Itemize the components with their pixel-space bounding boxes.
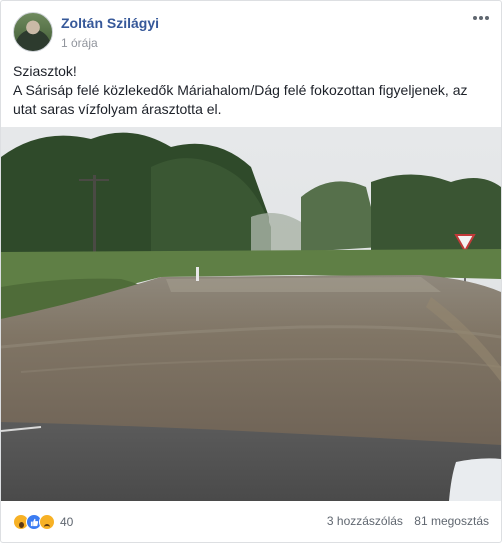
post-header: Zoltán Szilágyi 1 órája	[13, 12, 489, 52]
reactions-summary[interactable]: 40	[13, 513, 73, 531]
post-text-line: Sziasztok!	[13, 63, 77, 79]
sad-reaction-icon	[39, 514, 55, 530]
author-name[interactable]: Zoltán Szilágyi	[61, 15, 159, 31]
post-text: Sziasztok! A Sárisáp felé közlekedők Már…	[13, 62, 487, 119]
post-timestamp[interactable]: 1 órája	[61, 36, 98, 50]
post-photo[interactable]	[1, 127, 501, 501]
post-stats: 3 hozzászólás 81 megosztás	[327, 514, 489, 528]
post-card: Zoltán Szilágyi 1 órája Sziasztok! A Sár…	[0, 0, 502, 543]
post-text-line: A Sárisáp felé közlekedők Máriahalom/Dág…	[13, 82, 468, 117]
comment-count[interactable]: 3 hozzászólás	[327, 514, 403, 528]
avatar[interactable]	[13, 12, 53, 52]
post-footer: 40 3 hozzászólás 81 megosztás	[1, 501, 501, 542]
share-count[interactable]: 81 megosztás	[414, 514, 489, 528]
more-options-icon[interactable]	[473, 13, 489, 23]
reaction-count[interactable]: 40	[60, 515, 73, 529]
